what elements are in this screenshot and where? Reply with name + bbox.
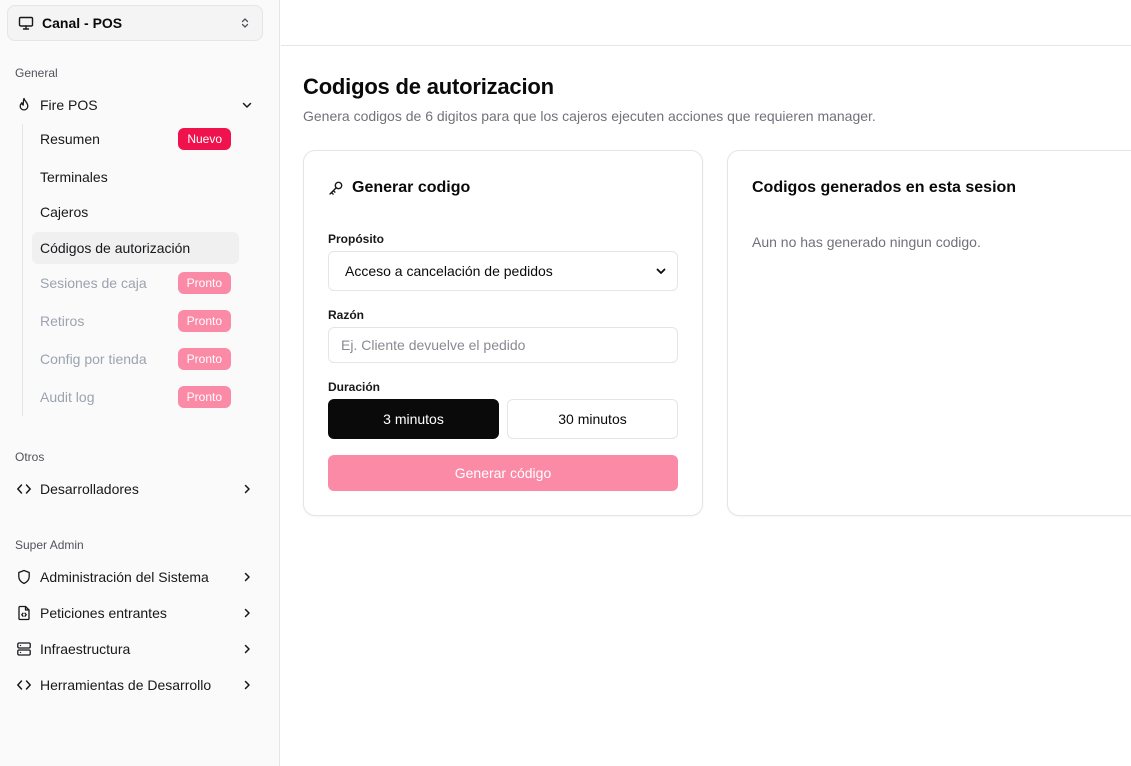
nav-item-fire-pos-label: Fire POS [40,97,98,113]
file-code-icon [16,605,32,621]
sub-item-label: Retiros [40,313,85,329]
nav-item-label: Infraestructura [40,641,131,657]
session-codes-title: Codigos generados en esta sesion [752,179,1017,196]
nav-item-desarrolladores[interactable]: Desarrolladores [8,473,264,505]
sub-item-label: Resumen [40,131,100,147]
new-badge: Nuevo [178,128,231,150]
sidebar: Canal - POS General Fire POS Resumen Nue… [0,0,280,766]
sub-item-resumen[interactable]: Resumen Nuevo [32,123,239,155]
sub-item-sesiones-caja: Sesiones de caja Pronto [32,267,239,299]
purpose-label: Propósito [328,232,384,246]
reason-label: Razón [328,308,364,322]
chevron-right-icon [240,678,254,692]
duration-3-min-button[interactable]: 3 minutos [328,399,499,439]
duration-30-min-button[interactable]: 30 minutos [507,399,678,439]
chevron-right-icon [240,570,254,584]
shield-icon [16,569,32,585]
sub-item-cajeros[interactable]: Cajeros [32,196,239,228]
chevron-down-icon [240,98,254,112]
chevron-right-icon [240,606,254,620]
chevron-right-icon [240,482,254,496]
soon-badge: Pronto [177,272,231,294]
nav-item-label: Administración del Sistema [40,569,209,585]
sub-item-label: Cajeros [40,204,89,220]
generate-code-title: Generar codigo [328,179,470,197]
key-icon [328,180,344,196]
session-codes-card: Codigos generados en esta sesion Aun no … [727,150,1131,516]
flame-icon [16,97,32,113]
sub-item-config-tienda: Config por tienda Pronto [32,343,239,375]
submenu-guide-line [22,124,23,416]
sub-item-terminales[interactable]: Terminales [32,161,239,193]
nav-item-fire-pos[interactable]: Fire POS [8,89,264,121]
group-label-super-admin: Super Admin [15,538,84,552]
soon-badge: Pronto [177,386,231,408]
channel-switcher-label: Canal - POS [42,15,123,31]
channel-switcher[interactable]: Canal - POS [7,5,263,41]
nav-item-label: Desarrolladores [40,481,139,497]
sub-item-label: Sesiones de caja [40,275,147,291]
generate-code-title-text: Generar codigo [352,179,471,196]
sub-item-codigos-autorizacion[interactable]: Códigos de autorización [32,232,239,264]
sub-item-label: Audit log [40,389,95,405]
code-icon [16,677,32,693]
sub-item-label: Códigos de autorización [40,240,191,256]
session-codes-empty: Aun no has generado ningun codigo. [752,234,981,250]
purpose-select-value: Acceso a cancelación de pedidos [345,263,553,279]
server-icon [16,641,32,657]
purpose-select[interactable]: Acceso a cancelación de pedidos [328,251,678,291]
nav-item-label: Peticiones entrantes [40,605,167,621]
duration-label: Duración [328,380,381,394]
sub-item-audit-log: Audit log Pronto [32,381,239,413]
reason-input[interactable] [328,327,678,363]
generate-code-card: Generar codigo Propósito Acceso a cancel… [303,150,703,516]
nav-item-peticiones-entrantes[interactable]: Peticiones entrantes [8,597,264,629]
soon-badge: Pronto [177,348,231,370]
chevron-down-icon [655,265,667,277]
nav-item-administracion-sistema[interactable]: Administración del Sistema [8,561,264,593]
page-title: Codigos de autorizacion [303,74,554,99]
sub-item-label: Terminales [40,169,108,185]
group-label-otros: Otros [15,450,45,464]
monitor-icon [18,15,34,31]
sub-item-retiros: Retiros Pronto [32,305,239,337]
sub-item-label: Config por tienda [40,351,147,367]
chevrons-up-down-icon [238,16,252,30]
nav-item-herramientas-desarrollo[interactable]: Herramientas de Desarrollo [8,669,264,701]
group-label-general: General [15,66,58,80]
nav-item-infraestructura[interactable]: Infraestructura [8,633,264,665]
soon-badge: Pronto [177,310,231,332]
top-bar [281,0,1131,46]
generate-code-button[interactable]: Generar código [328,455,678,491]
nav-item-label: Herramientas de Desarrollo [40,677,212,693]
code-icon [16,481,32,497]
page-subtitle: Genera codigos de 6 digitos para que los… [303,108,876,124]
chevron-right-icon [240,642,254,656]
